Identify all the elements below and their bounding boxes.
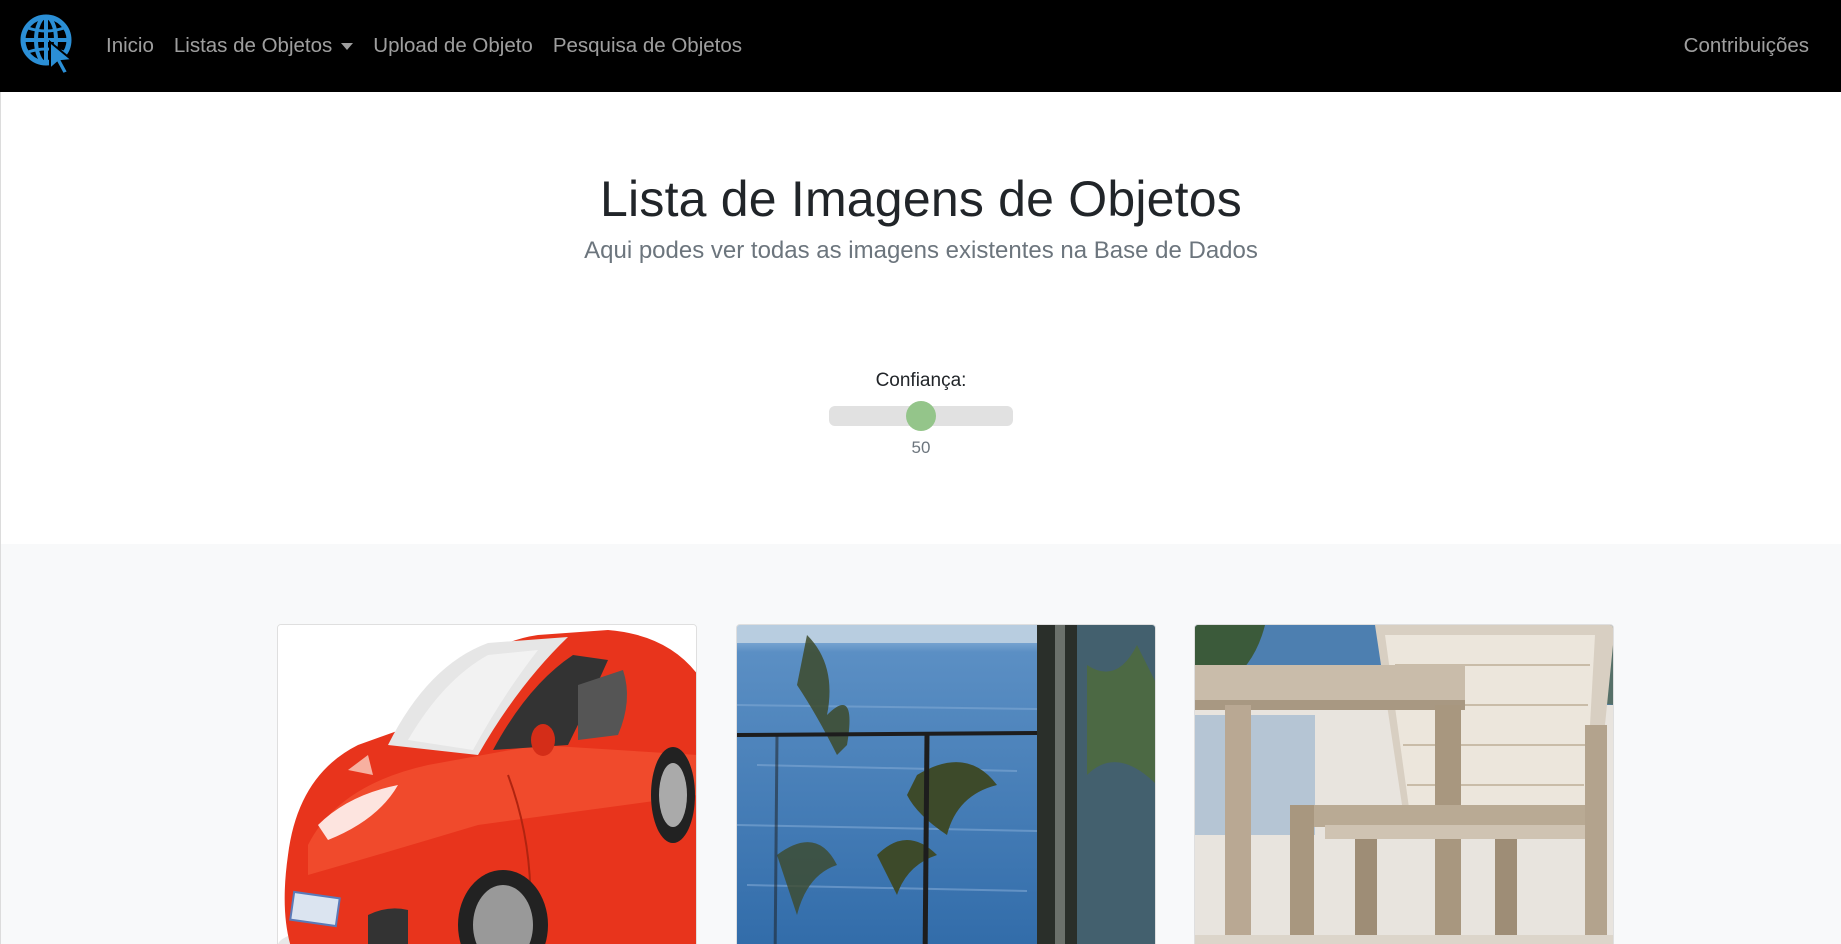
nav-link-inicio[interactable]: Inicio [106, 34, 154, 58]
chairs-image [1195, 625, 1613, 944]
sea-view-image [737, 625, 1155, 944]
image-card-sea-view[interactable] [736, 624, 1156, 944]
red-car-image [278, 625, 696, 944]
header-section: Lista de Imagens de Objetos Aqui podes v… [0, 92, 1841, 544]
nav-dropdown-label: Listas de Objetos [173, 34, 333, 57]
nav-dropdown-listas-de-objetos[interactable]: Listas de Objetos [173, 34, 354, 58]
image-card-car[interactable] [277, 624, 697, 944]
confidence-label: Confiança: [875, 370, 967, 391]
confidence-value: 50 [911, 438, 931, 457]
caret-down-icon [341, 42, 354, 50]
page-title: Lista de Imagens de Objetos [600, 171, 1242, 227]
globe-cursor-icon[interactable] [20, 14, 78, 76]
image-card-chairs[interactable] [1194, 624, 1614, 944]
nav-links: Inicio Listas de Objetos Upload de Objet… [106, 0, 762, 92]
confidence-slider-thumb[interactable] [906, 401, 936, 431]
nav-link-contribuicoes[interactable]: Contribuições [1684, 0, 1809, 92]
nav-link-upload-de-objeto[interactable]: Upload de Objeto [373, 34, 533, 58]
top-navbar: Inicio Listas de Objetos Upload de Objet… [0, 0, 1841, 92]
image-gallery [0, 544, 1841, 944]
nav-link-pesquisa-de-objetos[interactable]: Pesquisa de Objetos [553, 34, 742, 58]
confidence-slider[interactable] [829, 401, 1013, 431]
page-subtitle: Aqui podes ver todas as imagens existent… [584, 237, 1258, 264]
